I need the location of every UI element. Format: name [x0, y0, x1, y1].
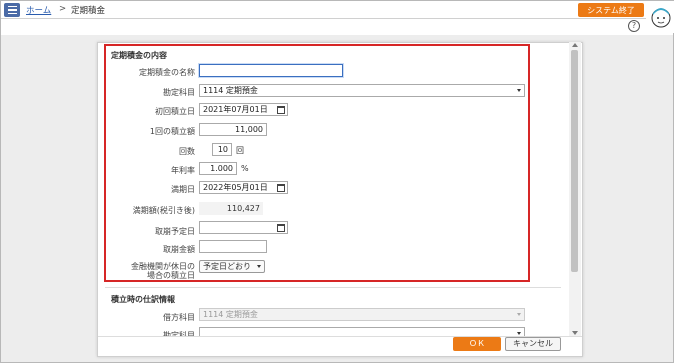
- highlight-frame: [104, 44, 530, 282]
- chevron-down-icon: [517, 313, 521, 316]
- dialog-scrollbar[interactable]: [569, 42, 581, 336]
- chevron-down-icon: [517, 332, 521, 335]
- breadcrumb-home-link[interactable]: ホーム: [26, 4, 51, 16]
- cancel-button[interactable]: キャンセル: [505, 337, 561, 351]
- breadcrumb-separator: >: [59, 4, 67, 14]
- hamburger-menu-icon[interactable]: [4, 3, 20, 17]
- help-icon[interactable]: ?: [628, 20, 640, 32]
- breadcrumb-current: 定期積金: [71, 6, 106, 16]
- scroll-down-icon[interactable]: [572, 331, 578, 335]
- system-exit-button[interactable]: システム終了: [578, 3, 644, 17]
- scroll-thumb[interactable]: [571, 50, 578, 272]
- ok-button[interactable]: ＯＫ: [453, 337, 501, 351]
- assistant-avatar-icon[interactable]: [646, 1, 674, 33]
- section-title-journal: 積立時の仕訳情報: [111, 295, 175, 304]
- scroll-up-icon[interactable]: [572, 43, 578, 47]
- debit-label: 借方科目: [163, 313, 195, 322]
- top-bar: ホーム > 定期積金 システム終了: [1, 1, 673, 19]
- section-divider: [105, 287, 561, 288]
- debit-select-value: 1114 定期預金: [203, 310, 258, 319]
- debit-select: 1114 定期預金: [199, 308, 525, 321]
